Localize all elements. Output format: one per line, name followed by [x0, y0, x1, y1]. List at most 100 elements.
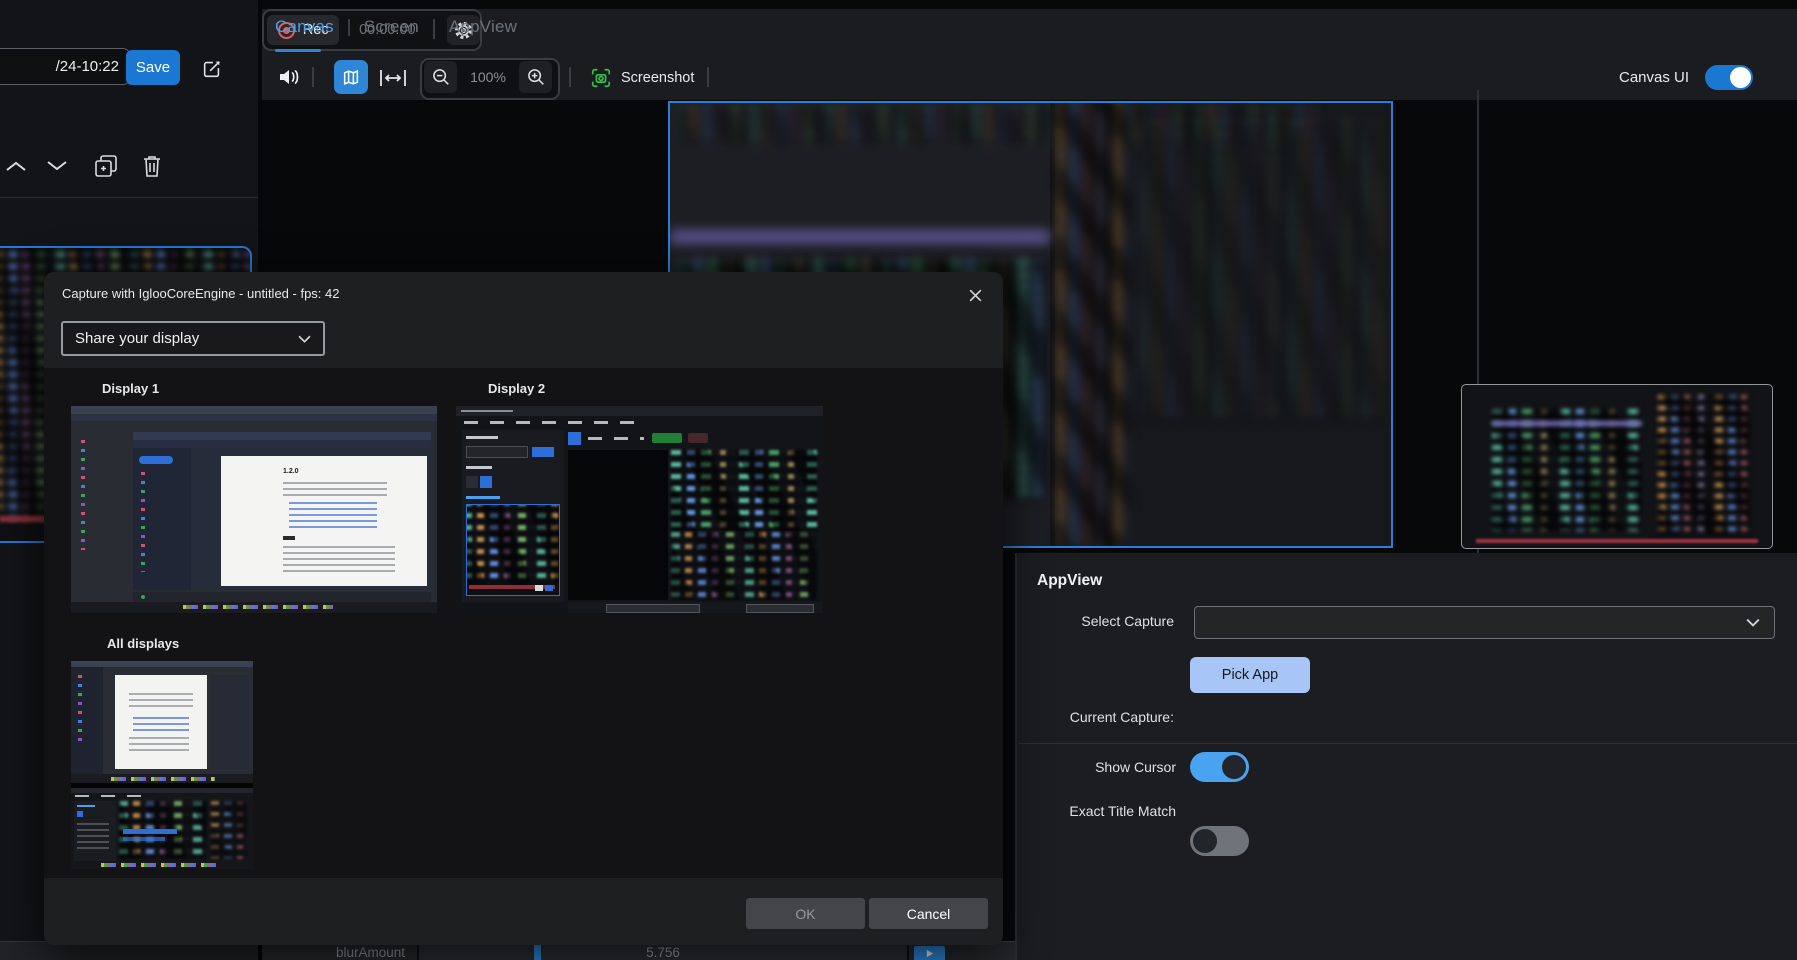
pick-app-button[interactable]: Pick App	[1190, 657, 1310, 693]
canvas-ui-control: Canvas UI	[1619, 65, 1753, 90]
map-view-button[interactable]	[334, 60, 368, 94]
t1-outer-toolbar	[71, 414, 437, 421]
canvas-blur-purple-band	[670, 231, 1050, 243]
display-picker: Display 1 1.2.0	[44, 368, 1003, 878]
map-icon	[341, 68, 361, 87]
t3-taskbar-icons	[111, 777, 215, 781]
t2-bottom-row	[568, 602, 823, 613]
capture-name-input[interactable]	[0, 48, 130, 85]
t2-code-top	[671, 450, 817, 532]
mini-preview-code-right	[1658, 395, 1750, 535]
screenshot-label: Screenshot	[621, 70, 694, 86]
move-layer-down-button[interactable]	[44, 156, 70, 176]
display2-label: Display 2	[488, 381, 545, 396]
t2-left-panel	[462, 430, 564, 602]
duplicate-icon	[93, 153, 119, 179]
t3b-titlebar	[71, 788, 253, 793]
t1-add-pill	[139, 456, 173, 464]
display1-label: Display 1	[102, 381, 159, 396]
cancel-button[interactable]: Cancel	[869, 898, 988, 929]
t1-doc-subheading	[283, 536, 295, 540]
all-displays-label: All displays	[107, 636, 179, 651]
view-tabs: Canvas Screen AppView	[275, 17, 517, 37]
delete-layer-button[interactable]	[139, 152, 165, 180]
display2-thumbnail[interactable]	[456, 406, 823, 613]
zoom-out-icon	[431, 67, 451, 87]
t1-inner-sidebar-icons	[141, 472, 145, 572]
toolbar-separator	[312, 67, 314, 87]
t2-title-dash	[461, 410, 513, 412]
capture-dialog: Capture with IglooCoreEngine - untitled …	[44, 272, 1003, 945]
t1-document-page: 1.2.0	[221, 456, 427, 586]
all-displays-thumbnail[interactable]	[71, 661, 253, 869]
t2-mini-btn2	[545, 585, 553, 591]
t1-doc-lines	[283, 482, 387, 498]
t3-doc-bullets	[133, 717, 189, 731]
mini-preview-purple-band	[1492, 421, 1642, 426]
chevron-down-icon	[45, 159, 69, 173]
show-cursor-toggle[interactable]	[1190, 752, 1249, 782]
t3b-left-panel	[74, 801, 116, 861]
current-capture-label: Current Capture:	[1037, 709, 1174, 725]
t3-sidebar-icons	[78, 675, 82, 747]
tab-appview[interactable]: AppView	[449, 17, 517, 37]
t1-doc-lines2	[283, 546, 395, 574]
t3b-blue-dash	[77, 805, 95, 807]
t2-map-mini	[568, 432, 581, 445]
t1-doc-heading: 1.2.0	[283, 468, 299, 475]
t3b-taskbar-icons	[101, 863, 221, 867]
exact-title-match-toggle[interactable]	[1190, 826, 1249, 856]
save-button[interactable]: Save	[126, 50, 180, 85]
trash-icon	[141, 153, 163, 179]
mini-preview-code	[1492, 409, 1642, 531]
select-capture-dropdown[interactable]	[1194, 606, 1775, 639]
t3b-panel-lines	[77, 823, 109, 853]
duplicate-layer-button[interactable]	[92, 152, 120, 180]
parameter-name: blurAmount	[262, 945, 405, 960]
select-capture-label: Select Capture	[1037, 613, 1174, 629]
t2-code-bottom	[671, 532, 817, 600]
canvas-ui-toggle[interactable]	[1705, 65, 1753, 90]
display1-thumbnail[interactable]: 1.2.0	[71, 406, 437, 613]
t3b-selected-row	[123, 829, 177, 834]
screenshot-button[interactable]: Screenshot	[584, 65, 700, 91]
toggle-knob	[1222, 755, 1246, 779]
ok-button[interactable]: OK	[746, 898, 865, 929]
dialog-close-button[interactable]	[957, 278, 993, 312]
audio-button[interactable]	[276, 65, 302, 89]
zoom-in-icon	[526, 67, 546, 87]
show-cursor-label: Show Cursor	[1037, 759, 1176, 775]
t3b-blue-sq	[77, 811, 83, 817]
canvas-blur-code-middle	[1057, 101, 1129, 548]
edit-icon	[201, 58, 223, 80]
t2-titlebar	[456, 406, 823, 416]
t1-mail-row	[133, 592, 431, 602]
fit-width-button[interactable]	[378, 66, 408, 90]
t2-source-input	[466, 446, 528, 458]
tab-canvas[interactable]: Canvas	[275, 17, 334, 37]
t3-top-sidebar	[71, 667, 103, 774]
t2-layers-dash	[466, 466, 492, 469]
t3b-selected-row2	[123, 837, 165, 841]
appview-panel: AppView Select Capture Pick App Current …	[1015, 553, 1797, 960]
app-window: Save Canvas Scre	[0, 0, 1797, 960]
screen-preview-thumbnail[interactable]	[1461, 384, 1773, 549]
tab-screen[interactable]: Screen	[364, 17, 419, 37]
t3-doc-lines	[129, 693, 193, 711]
canvas-blur-code-right	[1140, 121, 1385, 421]
zoom-in-button[interactable]	[519, 61, 552, 93]
rename-button[interactable]	[199, 56, 225, 82]
parameter-action-button[interactable]	[914, 946, 945, 960]
move-layer-up-button[interactable]	[3, 156, 29, 176]
t1-taskbar	[71, 602, 437, 613]
share-source-dropdown[interactable]: Share your display	[61, 321, 325, 356]
t2-rec-mini	[688, 433, 708, 443]
t3-doc-page	[115, 675, 207, 769]
zoom-out-button[interactable]	[424, 61, 457, 93]
t2-toolbar-dashes	[588, 437, 644, 440]
screenshot-camera-icon	[590, 67, 612, 89]
dialog-title: Capture with IglooCoreEngine - untitled …	[62, 286, 340, 301]
t3-bottom-screen	[71, 788, 253, 869]
t3-top-screen	[71, 661, 253, 783]
chevron-down-icon	[1746, 618, 1760, 627]
